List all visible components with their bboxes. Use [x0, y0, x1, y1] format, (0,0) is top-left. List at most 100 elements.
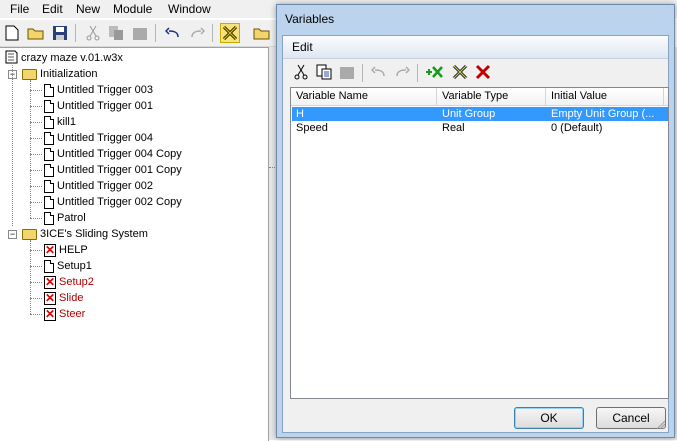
trigger-icon: [44, 147, 54, 161]
trigger-label: Untitled Trigger 001 Copy: [57, 164, 182, 176]
dialog-menubar: Edit: [283, 36, 668, 59]
dialog-paste-button[interactable]: [337, 62, 357, 82]
trigger-item[interactable]: Untitled Trigger 002: [44, 178, 153, 194]
trigger-icon: [44, 259, 54, 273]
menu-module[interactable]: Module: [113, 2, 152, 16]
trigger-item[interactable]: Untitled Trigger 003: [44, 82, 153, 98]
tree-root[interactable]: crazy maze v.01.w3x: [4, 50, 123, 66]
delete-variable-button[interactable]: [473, 62, 493, 82]
dialog-body: Edit Variable Name Variable Type Initial…: [282, 35, 669, 433]
dialog-redo-button[interactable]: [392, 62, 412, 82]
paste-icon: [340, 67, 354, 79]
variable-name-cell: H: [296, 108, 304, 120]
menu-new[interactable]: New: [76, 2, 100, 16]
variable-name-cell: Speed: [296, 122, 328, 134]
trigger-item[interactable]: ✕ Steer: [44, 306, 85, 322]
trigger-item[interactable]: ✕ Setup2: [44, 274, 94, 290]
new-category-button[interactable]: [252, 23, 272, 43]
redo-icon: [191, 27, 205, 38]
new-variable-button[interactable]: [425, 62, 445, 82]
new-file-button[interactable]: [2, 23, 22, 43]
trigger-label: Steer: [59, 308, 86, 320]
variable-row[interactable]: Speed Real 0 (Default): [292, 121, 668, 135]
dialog-cut-button[interactable]: [291, 62, 311, 82]
menu-file[interactable]: File: [10, 2, 29, 16]
variable-value-cell: 0 (Default): [551, 122, 603, 134]
add-variable-icon: [426, 66, 443, 78]
folder-icon: [22, 68, 37, 80]
trigger-item[interactable]: Untitled Trigger 001 Copy: [44, 162, 182, 178]
dialog-copy-button[interactable]: [314, 62, 334, 82]
trigger-item[interactable]: Untitled Trigger 002 Copy: [44, 194, 182, 210]
main-toolbar: [0, 20, 280, 47]
open-button[interactable]: [26, 23, 46, 43]
cut-button[interactable]: [83, 23, 103, 43]
category-label: Initialization: [40, 68, 98, 80]
copy-button[interactable]: [106, 23, 126, 43]
trigger-editor-button[interactable]: [220, 23, 240, 43]
variable-type-cell: Unit Group: [442, 108, 496, 120]
disabled-trigger-icon: ✕: [44, 306, 56, 321]
disabled-trigger-icon: ✕: [44, 290, 56, 305]
trigger-item[interactable]: kill1: [44, 114, 76, 130]
trigger-label: Untitled Trigger 004 Copy: [57, 148, 182, 160]
ok-button[interactable]: OK: [514, 407, 584, 429]
edit-variable-icon: [452, 64, 468, 80]
menu-edit[interactable]: Edit: [42, 2, 63, 16]
trigger-tree[interactable]: crazy maze v.01.w3x − Initialization Untitl…: [0, 47, 269, 441]
map-script-icon: [4, 50, 18, 67]
trigger-label: Setup1: [57, 260, 92, 272]
variable-row[interactable]: H Unit Group Empty Unit Group (...: [292, 107, 668, 121]
tree-category[interactable]: Initialization: [22, 66, 97, 82]
redo-button[interactable]: [187, 23, 207, 43]
variables-list[interactable]: Variable Name Variable Type Initial Valu…: [290, 87, 669, 399]
tree-category[interactable]: 3ICE's Sliding System: [22, 226, 148, 242]
trigger-label: HELP: [59, 244, 88, 256]
trigger-label: Untitled Trigger 002: [57, 180, 153, 192]
undo-button[interactable]: [163, 23, 183, 43]
column-header-type[interactable]: Variable Type: [437, 88, 546, 106]
paste-button[interactable]: [130, 23, 150, 43]
delete-icon: [475, 64, 491, 80]
trigger-label: Untitled Trigger 004: [57, 132, 153, 144]
column-header-name[interactable]: Variable Name: [291, 88, 437, 106]
collapse-toggle[interactable]: −: [8, 230, 17, 239]
folder-icon: [253, 28, 270, 40]
menu-window[interactable]: Window: [168, 2, 211, 16]
trigger-item[interactable]: Setup1: [44, 258, 92, 274]
trigger-item[interactable]: ✕ HELP: [44, 242, 88, 258]
copy-icon: [109, 26, 123, 40]
trigger-label: Setup2: [59, 276, 94, 288]
variables-dialog: Variables Edit Variable Name Variable Ty…: [276, 4, 675, 438]
folder-icon: [22, 228, 37, 240]
trigger-item[interactable]: ✕ Slide: [44, 290, 83, 306]
save-button[interactable]: [50, 23, 70, 43]
disabled-trigger-icon: ✕: [44, 242, 56, 257]
trigger-icon: [44, 195, 54, 209]
trigger-icon: [44, 115, 54, 129]
trigger-label: Patrol: [57, 212, 86, 224]
trigger-label: kill1: [57, 116, 76, 128]
trigger-item[interactable]: Patrol: [44, 210, 86, 226]
column-header-value[interactable]: Initial Value: [546, 88, 664, 106]
trigger-item[interactable]: Untitled Trigger 004: [44, 130, 153, 146]
dialog-title: Variables: [285, 12, 335, 26]
edit-variable-button[interactable]: [450, 62, 470, 82]
column-header-filler: [664, 88, 668, 106]
trigger-label: Untitled Trigger 003: [57, 84, 153, 96]
dialog-menu-edit[interactable]: Edit: [292, 40, 313, 54]
tree-root-label: crazy maze v.01.w3x: [21, 52, 123, 64]
trigger-icon: [44, 131, 54, 145]
trigger-label: Untitled Trigger 002 Copy: [57, 196, 182, 208]
trigger-icon: [44, 163, 54, 177]
scissors-icon: [86, 25, 100, 41]
trigger-icon: [44, 179, 54, 193]
trigger-item[interactable]: Untitled Trigger 004 Copy: [44, 146, 182, 162]
dialog-undo-button[interactable]: [369, 62, 389, 82]
dialog-toolbar: [287, 62, 497, 84]
trigger-icon: [44, 83, 54, 97]
trigger-item[interactable]: Untitled Trigger 001: [44, 98, 153, 114]
resize-grip-icon[interactable]: [656, 420, 666, 430]
category-label: 3ICE's Sliding System: [40, 228, 148, 240]
trigger-label: Slide: [59, 292, 84, 304]
